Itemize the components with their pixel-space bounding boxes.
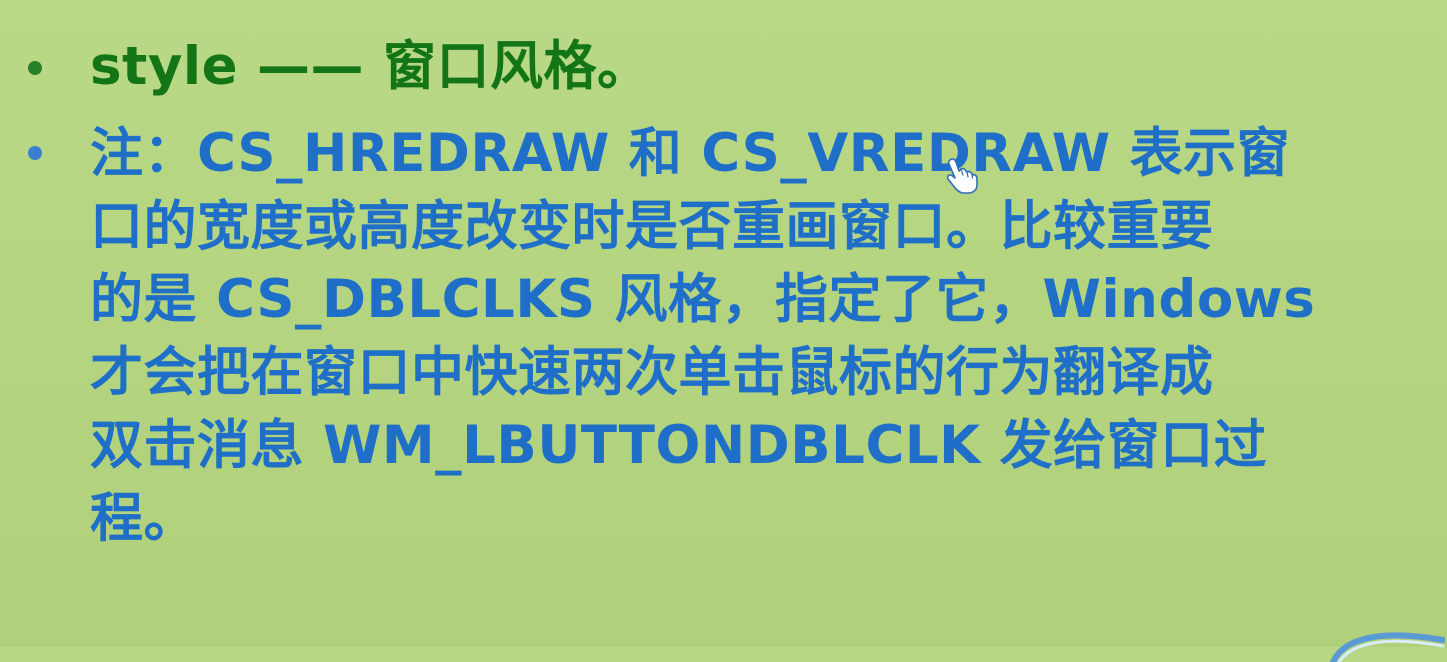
text-line: 双击消息 WM_LBUTTONDBLCLK 发给窗口过 [90,415,1268,476]
text-line: 的是 CS_DBLCLKS 风格，指定了它，Windows [90,269,1316,330]
text-line: 程。 [90,488,197,549]
text-line: 才会把在窗口中快速两次单击鼠标的行为翻译成 [90,342,1214,403]
text-line: style —— 窗口风格。 [90,36,651,97]
bullet-dot-icon [28,61,42,75]
hand-pointer-icon [946,158,978,194]
bullet-item-note: 注：CS_HREDRAW 和 CS_VREDRAW 表示窗 口的宽度或高度改变时… [28,117,1315,555]
decorative-arc [1330,632,1445,662]
bullet-dot-icon [28,146,42,160]
text-line: 口的宽度或高度改变时是否重画窗口。比较重要 [90,196,1214,257]
bullet-item-style: style —— 窗口风格。 [28,32,650,101]
bullet-text: 注：CS_HREDRAW 和 CS_VREDRAW 表示窗 口的宽度或高度改变时… [90,117,1315,555]
slide-canvas: style —— 窗口风格。 注：CS_HREDRAW 和 CS_VREDRAW… [0,0,1447,662]
text-line: 注：CS_HREDRAW 和 CS_VREDRAW 表示窗 [90,123,1291,184]
bullet-text: style —— 窗口风格。 [90,32,650,101]
